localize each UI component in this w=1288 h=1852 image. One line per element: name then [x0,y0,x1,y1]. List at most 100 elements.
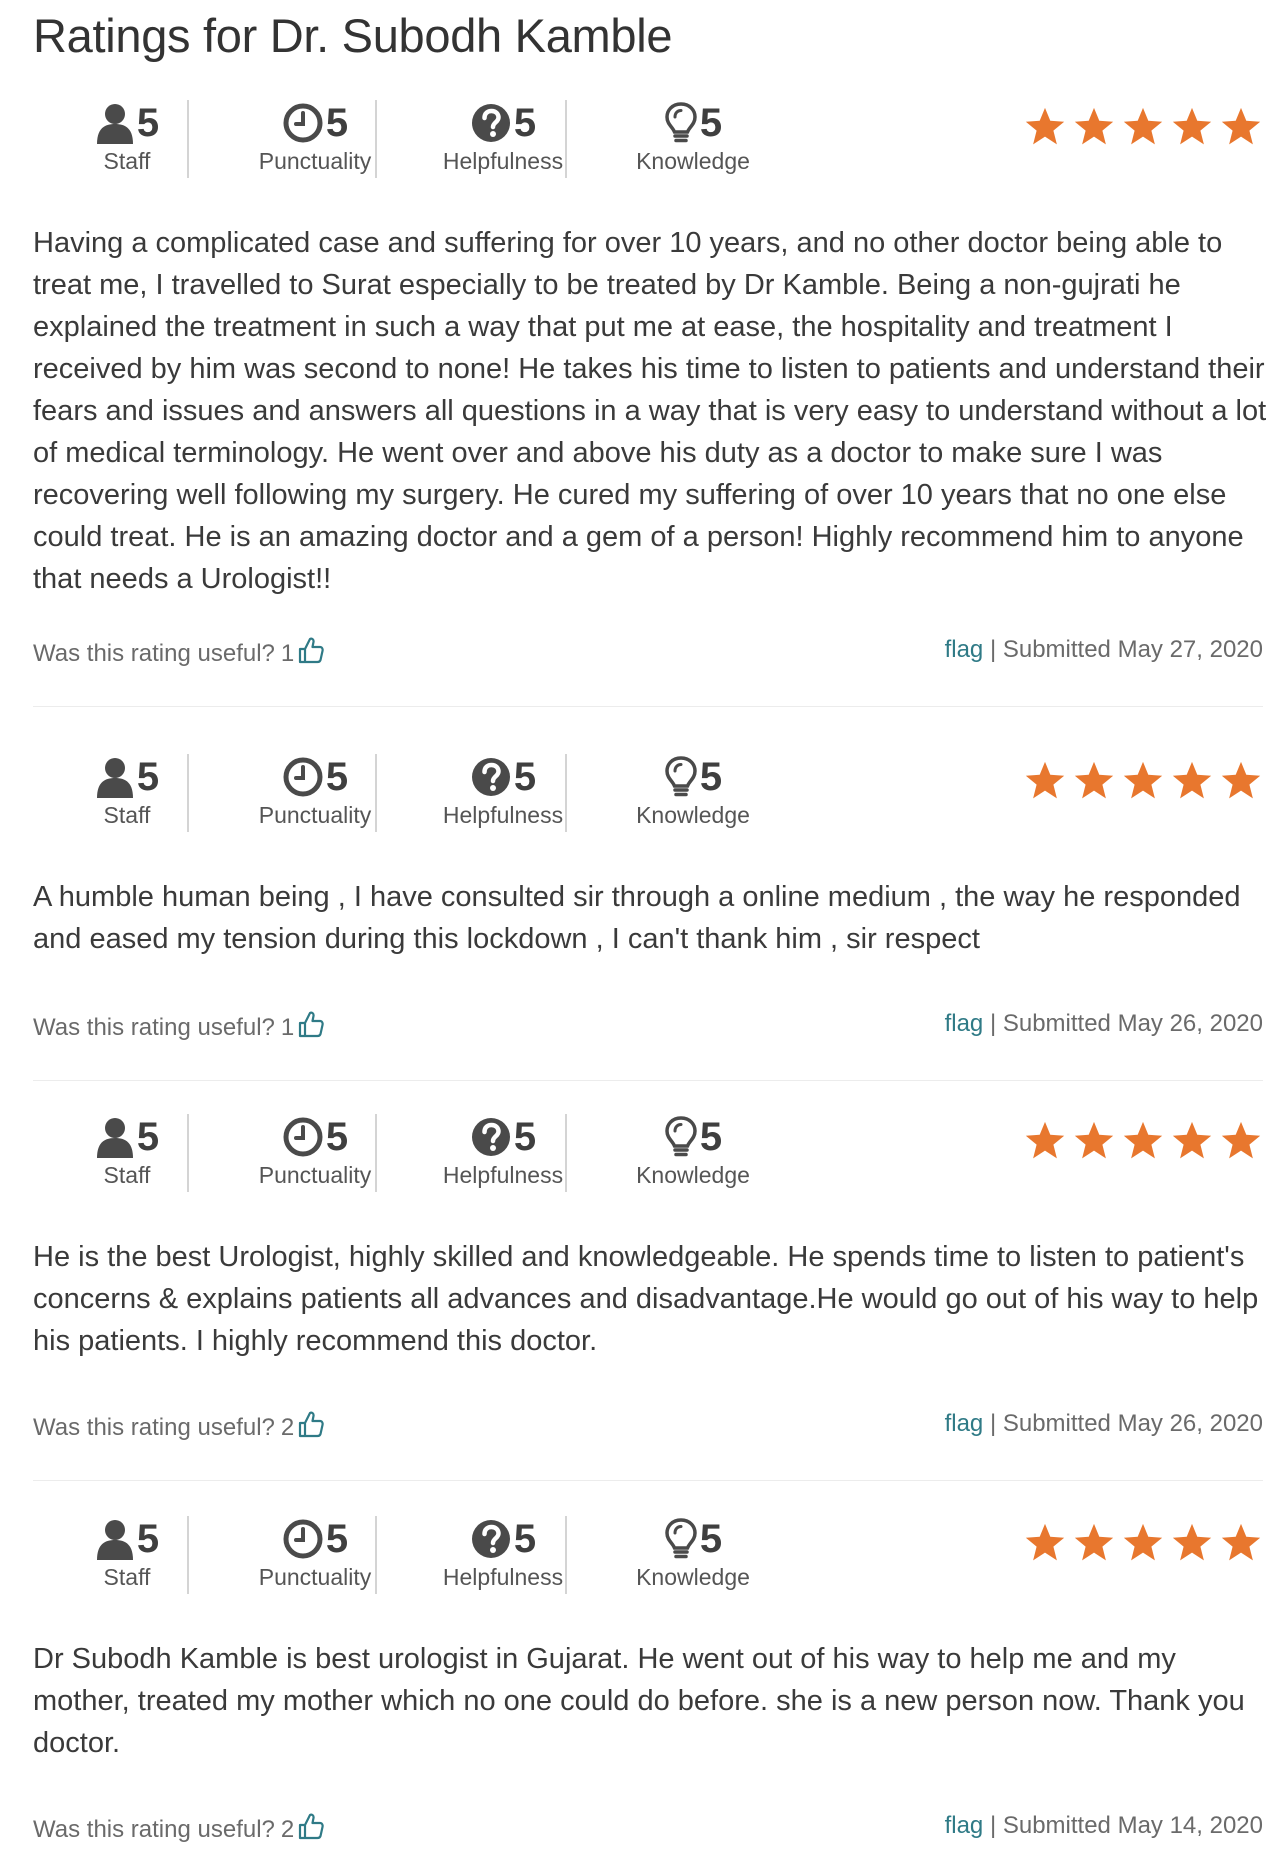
review-separator [33,1480,1263,1481]
question-circle-icon [470,1518,512,1560]
metric-score: 5 [699,1516,723,1561]
metric-helpfulness: 5 Helpfulness [409,100,597,182]
metric-label: Staff [103,802,151,828]
review-text: Having a complicated case and suffering … [33,227,1267,595]
star-icon [1170,1522,1214,1564]
useful-prompt: Was this rating useful? 2 [33,1812,324,1847]
useful-prompt: Was this rating useful? 2 [33,1410,324,1445]
rating-metrics: 5 Staff 5 Punctuality 5 Helpfulness 5 Kn… [33,1114,753,1196]
metric-divider [375,100,377,178]
thumbs-up-icon[interactable] [298,1010,324,1045]
useful-label: Was this rating useful? [33,1413,275,1441]
star-icon [1219,106,1263,148]
metric-label: Helpfulness [442,1564,564,1590]
star-icon [1170,1120,1214,1162]
user-icon [95,1116,135,1158]
metric-label: Staff [103,1162,151,1188]
metric-score: 5 [325,1516,349,1561]
meta-separator: | [989,1010,997,1037]
metric-label: Punctuality [258,1564,372,1590]
star-icon [1023,1522,1067,1564]
metric-knowledge: 5 Knowledge [599,1516,787,1598]
lightbulb-icon [664,755,698,799]
metric-punctuality: 5 Punctuality [221,100,409,182]
thumbs-up-icon[interactable] [298,1812,324,1847]
metric-score: 5 [513,1114,537,1159]
review-footer: Was this rating useful? 1 flag | Submitt… [33,636,1263,676]
user-icon [95,1518,135,1560]
metric-score: 5 [699,1114,723,1159]
question-circle-icon [470,1116,512,1158]
thumbs-up-icon[interactable] [298,636,324,671]
review-text: A humble human being , I have consulted … [33,881,1241,955]
metric-staff: 5 Staff [33,754,221,836]
metric-score: 5 [136,1114,160,1159]
star-icon [1023,760,1067,802]
metric-helpfulness: 5 Helpfulness [409,1516,597,1598]
star-icon [1219,1522,1263,1564]
star-icon [1219,760,1263,802]
review-text: Dr Subodh Kamble is best urologist in Gu… [33,1643,1245,1759]
rating-metrics: 5 Staff 5 Punctuality 5 Helpfulness 5 Kn… [33,1516,753,1598]
useful-count: 1 [280,639,295,667]
metric-divider [187,1516,189,1594]
submitted-date: Submitted May 14, 2020 [1002,1812,1263,1839]
review-meta: flag | Submitted May 26, 2020 [945,1410,1263,1438]
star-icon [1072,106,1116,148]
useful-count: 2 [280,1815,295,1843]
submitted-date: Submitted May 27, 2020 [1002,636,1263,663]
star-icon [1072,760,1116,802]
star-rating [1023,1120,1263,1162]
metric-score: 5 [699,754,723,799]
star-icon [1072,1522,1116,1564]
metric-divider [375,754,377,832]
metric-score: 5 [325,1114,349,1159]
review-separator [33,706,1263,707]
metric-score: 5 [513,100,537,145]
metric-helpfulness: 5 Helpfulness [409,754,597,836]
metric-divider [375,1516,377,1594]
metric-label: Punctuality [258,1162,372,1188]
star-icon [1121,760,1165,802]
metric-label: Knowledge [636,802,750,828]
metric-label: Helpfulness [442,1162,564,1188]
flag-link[interactable]: flag [945,636,984,663]
rating-metrics: 5 Staff 5 Punctuality 5 Helpfulness 5 Kn… [33,100,753,182]
metric-divider [187,1114,189,1192]
flag-link[interactable]: flag [945,1812,984,1839]
metric-punctuality: 5 Punctuality [221,754,409,836]
metric-divider [565,100,567,178]
star-icon [1121,1522,1165,1564]
metric-divider [187,754,189,832]
metric-divider [565,1516,567,1594]
useful-prompt: Was this rating useful? 1 [33,636,324,671]
thumbs-up-icon[interactable] [298,1410,324,1445]
flag-link[interactable]: flag [945,1410,984,1437]
metric-divider [565,754,567,832]
rating-metrics: 5 Staff 5 Punctuality 5 Helpfulness 5 Kn… [33,754,753,836]
metric-label: Knowledge [636,148,750,174]
review-card: 5 Staff 5 Punctuality 5 Helpfulness 5 Kn… [33,1516,1263,1852]
meta-separator: | [989,636,997,663]
metric-score: 5 [136,1516,160,1561]
question-circle-icon [470,756,512,798]
useful-label: Was this rating useful? [33,639,275,667]
metric-label: Staff [103,1564,151,1590]
metric-score: 5 [136,754,160,799]
submitted-date: Submitted May 26, 2020 [1002,1410,1263,1437]
star-icon [1072,1120,1116,1162]
review-card: 5 Staff 5 Punctuality 5 Helpfulness 5 Kn… [33,754,1263,1081]
metric-score: 5 [136,100,160,145]
flag-link[interactable]: flag [945,1010,984,1037]
ratings-page: Ratings for Dr. Subodh Kamble 5 Staff 5 … [0,0,1288,1852]
metric-staff: 5 Staff [33,100,221,182]
meta-separator: | [989,1410,997,1437]
metric-punctuality: 5 Punctuality [221,1114,409,1196]
page-title: Ratings for Dr. Subodh Kamble [33,9,673,62]
metric-knowledge: 5 Knowledge [599,100,787,182]
review-footer: Was this rating useful? 1 flag | Submitt… [33,1010,1263,1050]
metric-knowledge: 5 Knowledge [599,1114,787,1196]
metric-label: Helpfulness [442,802,564,828]
review-card: 5 Staff 5 Punctuality 5 Helpfulness 5 Kn… [33,1114,1263,1481]
metric-divider [565,1114,567,1192]
